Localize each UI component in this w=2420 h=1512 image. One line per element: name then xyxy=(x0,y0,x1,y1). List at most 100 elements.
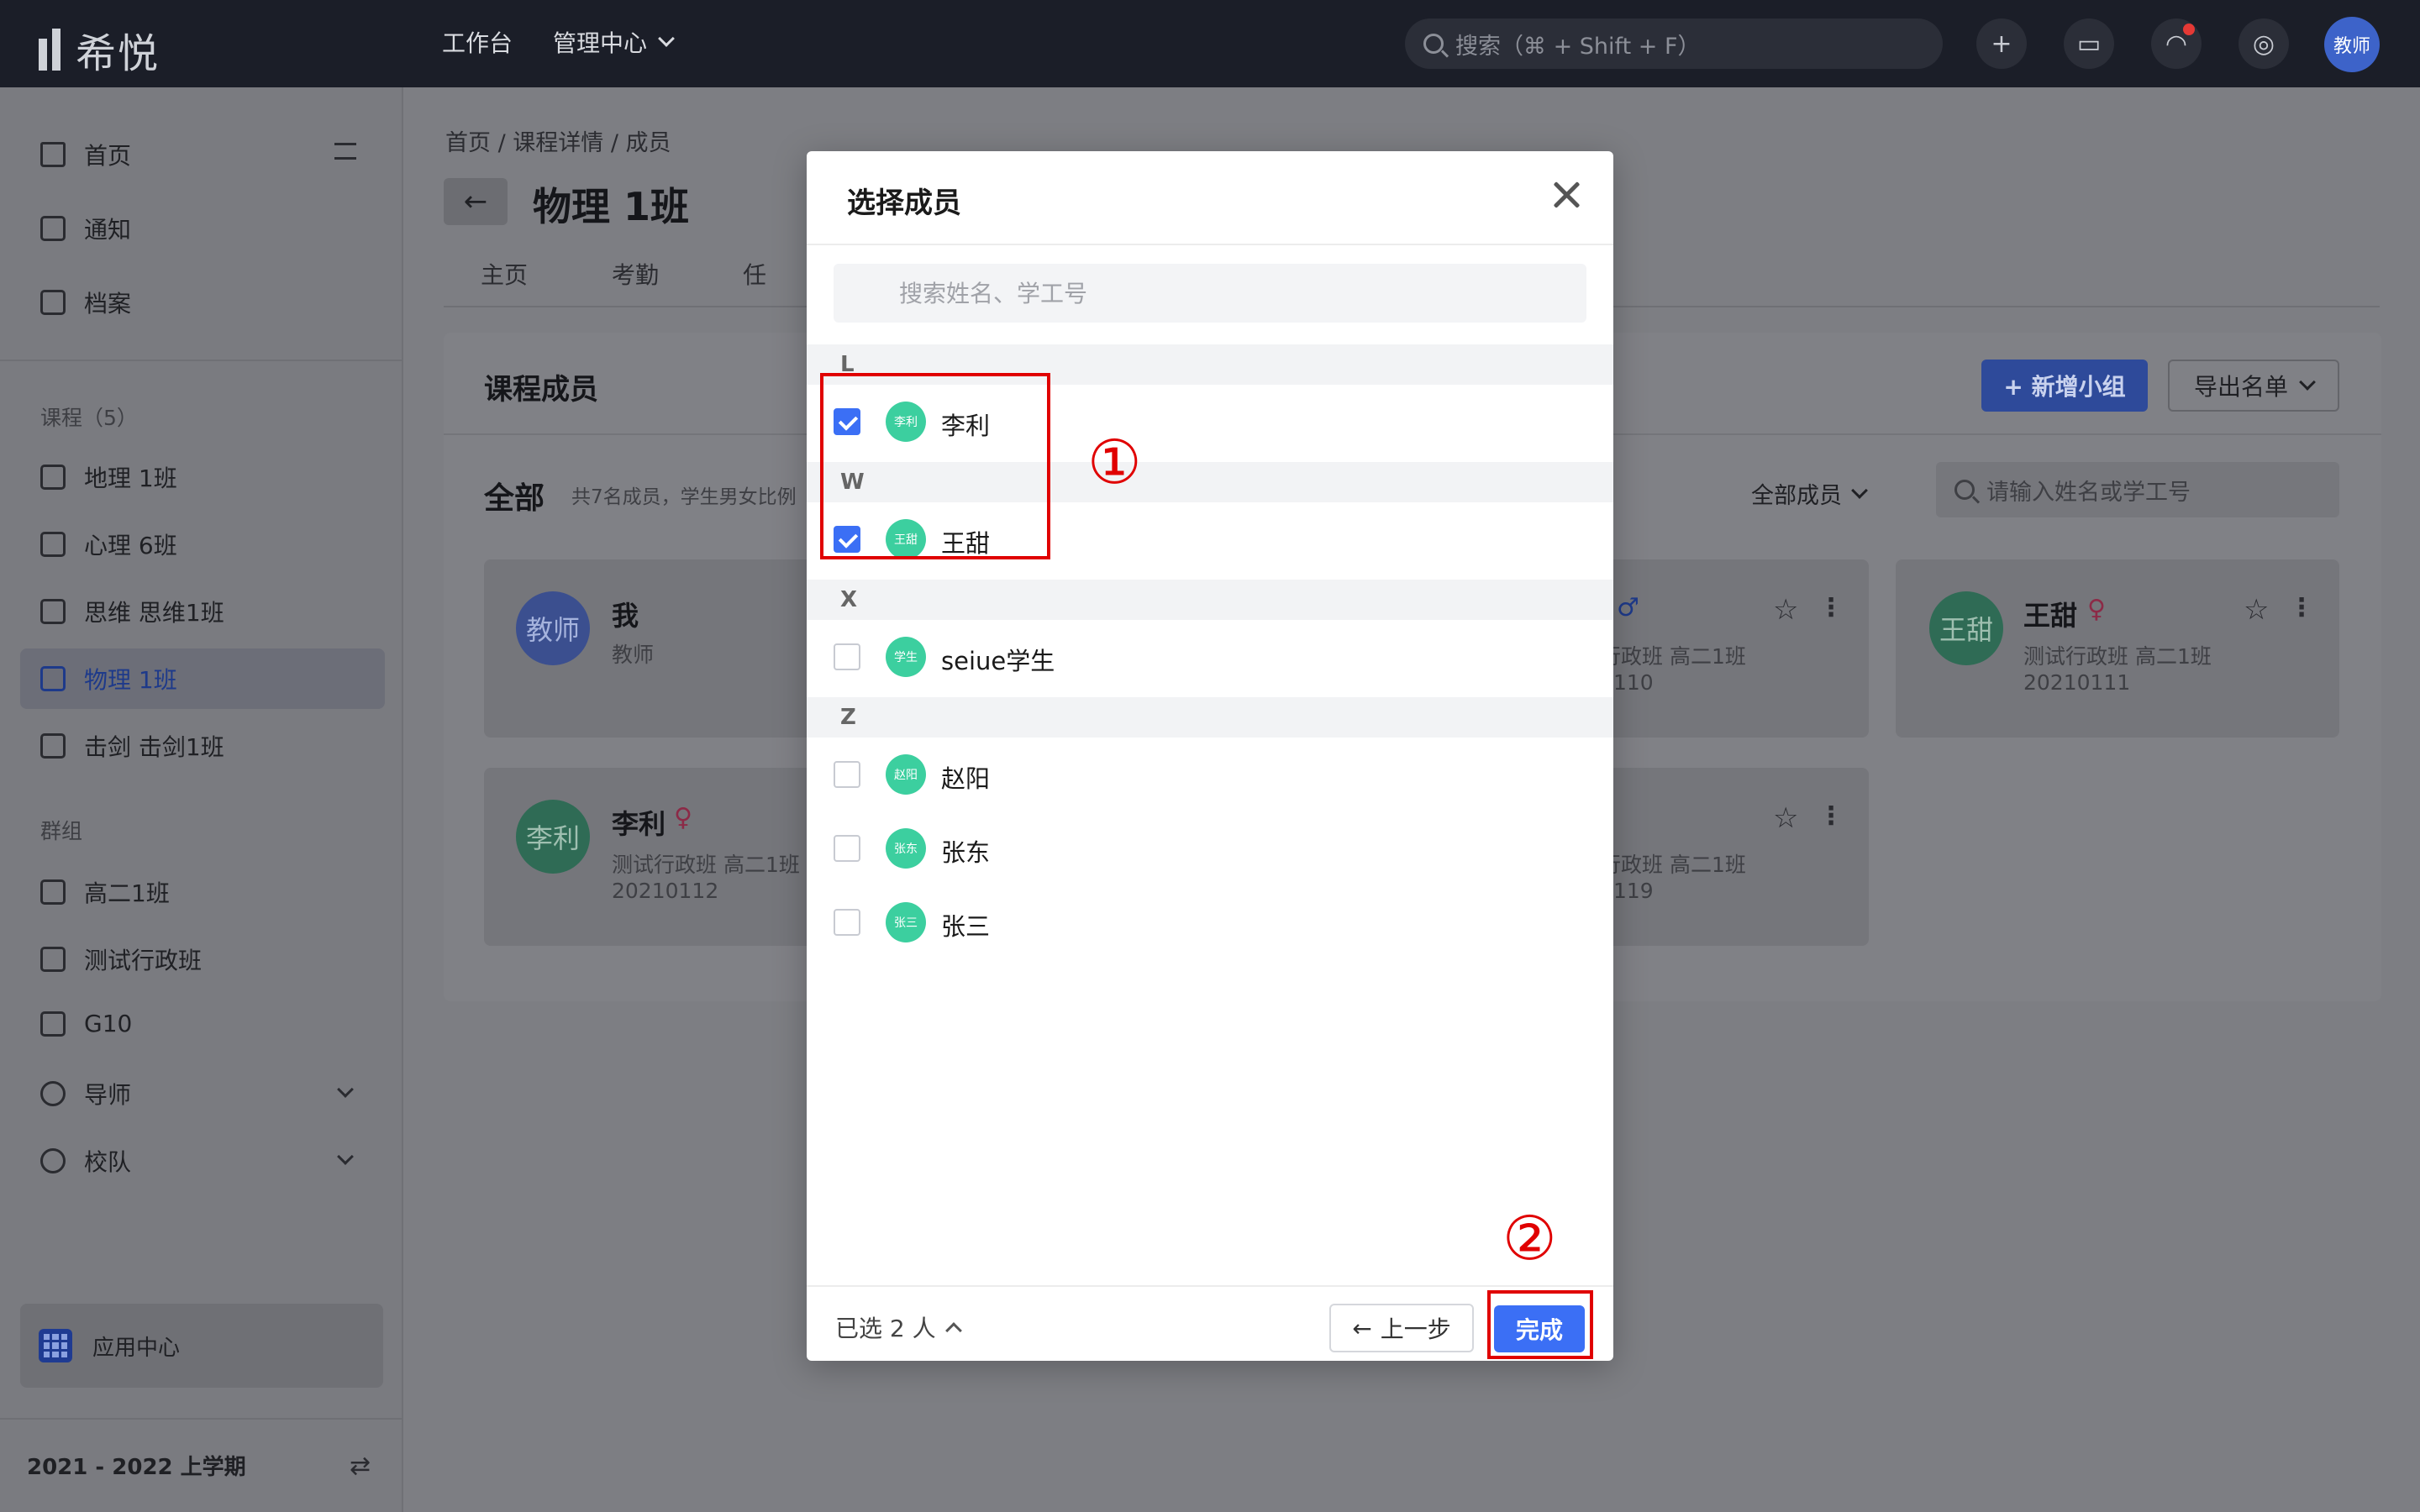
bell-icon[interactable]: ◠ xyxy=(2151,18,2202,69)
term-label: 2021 - 2022 上学期 xyxy=(27,1455,246,1480)
male-icon: ♂ xyxy=(1617,593,1639,622)
sidebar-item-group[interactable]: 高二1班 xyxy=(40,875,170,909)
top-bar: 希悦 工作台 管理中心 搜索（⌘ + Shift + F） + ▭ ◠ ◎ 教师 xyxy=(0,0,2420,87)
back-button[interactable]: ← xyxy=(444,178,508,225)
chevron-up-icon xyxy=(944,1322,962,1339)
annotation-step2: ② xyxy=(1502,1203,1557,1273)
close-icon[interactable] xyxy=(1548,176,1585,213)
select-members-modal: 选择成员 L 李利 李利 W 王甜 王甜 X 学生 seiue学生 Z 赵阳 赵… xyxy=(807,151,1613,1361)
swap-icon[interactable]: ⇄ xyxy=(350,1452,371,1481)
avatar: 李利 xyxy=(516,800,590,874)
breadcrumb[interactable]: 首页 / 课程详情 / 成员 xyxy=(445,124,671,157)
global-search[interactable]: 搜索（⌘ + Shift + F） xyxy=(1405,18,1943,69)
course-icon xyxy=(40,666,66,691)
tab-tasks[interactable]: 任 xyxy=(743,257,766,291)
selected-count-toggle[interactable]: 已选 2 人 xyxy=(835,1310,962,1344)
sidebar-divider xyxy=(0,360,403,361)
modal-search-input[interactable] xyxy=(899,267,1571,319)
member-row[interactable]: 张三 张三 xyxy=(807,885,1613,959)
page-title: 物理 1班 xyxy=(533,184,690,229)
previous-step-button[interactable]: ← 上一步 xyxy=(1329,1304,1474,1352)
top-nav: 工作台 管理中心 xyxy=(442,25,675,59)
member-checkbox[interactable] xyxy=(834,835,860,862)
member-row[interactable]: 学生 seiue学生 xyxy=(807,620,1613,694)
sidebar-item-course-active[interactable]: 物理 1班 xyxy=(40,662,177,696)
tab-attendance[interactable]: 考勤 xyxy=(612,257,659,291)
member-name: 王甜 xyxy=(2023,600,2078,632)
sidebar-item-mentor[interactable]: 导师 xyxy=(40,1077,131,1110)
more-icon[interactable]: ⋮ xyxy=(1818,593,1844,622)
avatar: 张三 xyxy=(886,902,926,942)
class-icon xyxy=(40,879,66,905)
member-checkbox[interactable] xyxy=(834,909,860,936)
sidebar-item-course[interactable]: 心理 6班 xyxy=(40,528,177,561)
course-tabs: 主页 考勤 任 xyxy=(481,257,766,291)
course-icon xyxy=(40,532,66,557)
logo[interactable]: 希悦 xyxy=(39,20,160,79)
nav-admin-center[interactable]: 管理中心 xyxy=(553,25,675,59)
sidebar-item-course[interactable]: 地理 1班 xyxy=(40,460,177,494)
course-icon xyxy=(40,733,66,759)
arrow-left-icon: ← xyxy=(1352,1314,1372,1342)
sidebar-item-team[interactable]: 校队 xyxy=(40,1144,131,1178)
add-icon[interactable]: + xyxy=(1976,18,2027,69)
member-class: 行政班 高二1班 xyxy=(1600,853,1746,877)
nav-workbench[interactable]: 工作台 xyxy=(442,25,513,59)
chevron-down-icon xyxy=(1851,481,1868,499)
member-checkbox[interactable] xyxy=(834,761,860,788)
member-class: 行政班 高二1班 xyxy=(1600,644,1746,669)
user-avatar[interactable]: 教师 xyxy=(2324,17,2380,72)
sidebar-item-group[interactable]: 测试行政班 xyxy=(40,942,202,976)
sidebar-item-notice[interactable]: 通知 xyxy=(40,212,131,245)
star-icon[interactable]: ☆ xyxy=(2244,593,2269,627)
all-members-label: 全部 xyxy=(484,481,545,516)
app-center-button[interactable]: 应用中心 xyxy=(20,1304,383,1388)
sidebar-item-course[interactable]: 击剑 击剑1班 xyxy=(40,729,224,763)
export-list-button[interactable]: 导出名单 xyxy=(2168,360,2339,412)
avatar: 学生 xyxy=(886,637,926,677)
more-icon[interactable]: ⋮ xyxy=(2289,593,2314,622)
sidebar-item-group[interactable]: G10 xyxy=(40,1010,132,1037)
modal-title: 选择成员 xyxy=(847,186,961,220)
compass-icon[interactable]: ◎ xyxy=(2238,18,2289,69)
class-icon xyxy=(40,1011,66,1037)
member-row[interactable]: 赵阳 赵阳 xyxy=(807,738,1613,811)
avatar: 张东 xyxy=(886,828,926,869)
course-icon xyxy=(40,465,66,490)
add-group-button[interactable]: + 新增小组 xyxy=(1981,360,2148,412)
sidebar-divider xyxy=(0,1418,403,1420)
more-icon[interactable]: ⋮ xyxy=(1818,801,1844,831)
members-summary: 共7名成员，学生男女比例 xyxy=(571,486,797,508)
sidebar-item-course[interactable]: 思维 思维1班 xyxy=(40,595,224,628)
sidebar-section-groups: 群组 xyxy=(40,819,83,843)
annotation-step1: ① xyxy=(1087,427,1142,497)
member-checkbox[interactable] xyxy=(834,643,860,670)
user-icon xyxy=(40,1081,66,1106)
chevron-down-icon xyxy=(658,30,675,47)
member-name: 张三 xyxy=(941,912,991,941)
chat-icon[interactable]: ▭ xyxy=(2064,18,2114,69)
member-search-input[interactable]: 请输入姓名或学工号 xyxy=(1936,462,2339,517)
search-icon xyxy=(1954,480,1975,500)
members-title: 课程成员 xyxy=(484,373,598,407)
annotation-box-step1 xyxy=(820,373,1050,559)
member-name: seiue学生 xyxy=(941,647,1055,675)
chevron-down-icon xyxy=(2299,374,2316,391)
archive-icon xyxy=(40,290,66,315)
global-search-placeholder: 搜索（⌘ + Shift + F） xyxy=(1455,33,1701,60)
tab-home[interactable]: 主页 xyxy=(481,257,528,291)
member-row[interactable]: 张东 张东 xyxy=(807,811,1613,885)
member-filter-dropdown[interactable]: 全部成员 xyxy=(1751,477,1868,510)
female-icon: ♀ xyxy=(674,803,692,832)
female-icon: ♀ xyxy=(2087,595,2106,624)
avatar: 教师 xyxy=(516,591,590,665)
sidebar-item-archive[interactable]: 档案 xyxy=(40,286,131,319)
star-icon[interactable]: ☆ xyxy=(1773,801,1798,835)
modal-header: 选择成员 xyxy=(807,151,1613,245)
star-icon[interactable]: ☆ xyxy=(1773,593,1798,627)
collapse-menu-icon[interactable] xyxy=(334,143,356,160)
member-id: 20210111 xyxy=(2023,670,2131,695)
member-id: 20210112 xyxy=(612,879,719,903)
sidebar-item-home[interactable]: 首页 xyxy=(40,138,131,171)
member-name: 张东 xyxy=(941,838,991,867)
